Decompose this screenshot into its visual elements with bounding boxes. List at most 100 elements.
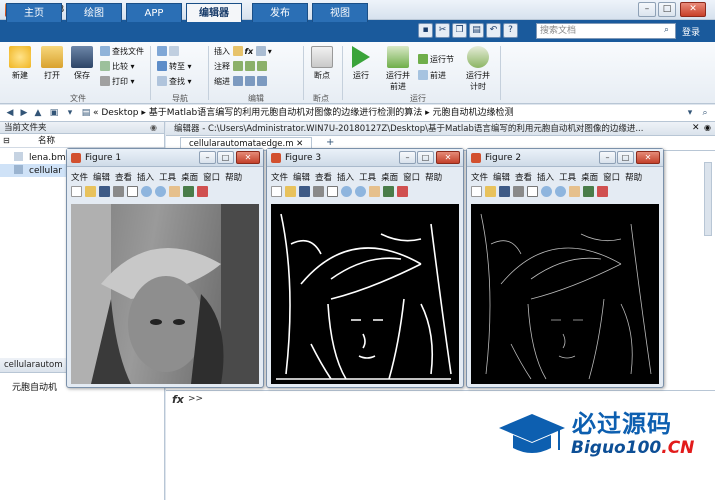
menu-insert[interactable]: 插入 [337,173,354,183]
up-folder-icon[interactable]: ▲ [32,107,44,119]
figure-2-window[interactable]: Figure 2 – □ ✕ 文件 编辑 查看 插入 工具 桌面 窗口 帮助 [466,148,664,388]
close-button[interactable]: ✕ [436,151,460,164]
menu-edit[interactable]: 编辑 [93,173,110,183]
address-search-icon[interactable]: ⌕ [699,107,711,119]
folder-path[interactable]: « Desktop ▸ 基于Matlab语言编写的利用元胞自动机对图像的边缘进行… [93,105,514,121]
breakpoints-button[interactable]: 断点 [307,46,337,81]
new-tab-button[interactable]: + [326,137,334,148]
menu-file[interactable]: 文件 [271,173,288,183]
rotate-icon[interactable] [183,186,194,197]
save-button[interactable]: 保存 [68,46,96,81]
find-files-button[interactable]: 查找文件 [100,46,144,57]
menu-help[interactable]: 帮助 [425,173,442,183]
browse-folder-icon[interactable]: ▣ [48,107,60,119]
zoom-out-icon[interactable] [355,186,366,197]
zoom-in-icon[interactable] [141,186,152,197]
menu-tools[interactable]: 工具 [359,173,376,183]
pan-icon[interactable] [169,186,180,197]
indent-button[interactable]: 缩进 [214,76,269,87]
data-cursor-icon[interactable] [397,186,408,197]
advance-button[interactable]: 前进 [418,70,446,81]
figure-1-window[interactable]: Figure 1 – □ ✕ 文件 编辑 查看 插入 工具 桌面 窗口 帮助 [66,148,264,388]
menu-window[interactable]: 窗口 [403,173,420,183]
back-arrow-icon[interactable]: ◀ [4,107,16,119]
editor-scrollbar[interactable] [704,162,712,236]
print-icon[interactable] [513,186,524,197]
minimize-button[interactable]: – [199,151,216,164]
print-icon[interactable] [113,186,124,197]
pointer-icon[interactable] [327,186,338,197]
new-figure-icon[interactable] [271,186,282,197]
menu-file[interactable]: 文件 [71,173,88,183]
print-icon[interactable] [313,186,324,197]
save-icon[interactable] [99,186,110,197]
pointer-icon[interactable] [127,186,138,197]
data-cursor-icon[interactable] [197,186,208,197]
login-link[interactable]: 登录 [682,25,700,38]
menu-file[interactable]: 文件 [471,173,488,183]
panel-menu-icon[interactable]: ◉ [150,123,157,132]
run-button[interactable]: 运行 [347,46,375,81]
address-bar[interactable]: « Desktop ▸ 基于Matlab语言编写的利用元胞自动机对图像的边缘进行… [0,105,715,122]
run-section-button[interactable]: 运行节 [418,54,454,65]
tab-plots[interactable]: 绘图 [66,3,122,22]
menu-edit[interactable]: 编辑 [293,173,310,183]
insert-button[interactable]: 插入 fx ▾ [214,46,272,57]
save-icon[interactable] [299,186,310,197]
tab-view[interactable]: 视图 [312,3,368,22]
print-button[interactable]: 打印 ▾ [100,76,135,87]
menu-desktop[interactable]: 桌面 [581,173,598,183]
maximize-button[interactable]: □ [658,2,676,17]
tab-publish[interactable]: 发布 [252,3,308,22]
menu-desktop[interactable]: 桌面 [181,173,198,183]
search-input[interactable]: 搜索文档 [536,23,676,39]
find-button[interactable]: 查找 ▾ [157,76,192,87]
comment-button[interactable]: 注释 [214,61,269,72]
tab-apps[interactable]: APP [126,3,182,22]
pan-icon[interactable] [369,186,380,197]
menu-tools[interactable]: 工具 [159,173,176,183]
qa-undo-icon[interactable]: ↶ [486,23,501,38]
rotate-icon[interactable] [583,186,594,197]
back-forward-buttons[interactable] [157,46,181,56]
command-prompt[interactable]: >> [188,394,203,404]
expand-icon[interactable]: ⊟ [3,136,10,145]
menu-insert[interactable]: 插入 [137,173,154,183]
menu-view[interactable]: 查看 [315,173,332,183]
menu-desktop[interactable]: 桌面 [381,173,398,183]
editor-close-icon[interactable]: ✕ [692,123,700,133]
menu-tools[interactable]: 工具 [559,173,576,183]
open-icon[interactable] [285,186,296,197]
qa-copy-icon[interactable]: ❐ [452,23,467,38]
close-button[interactable]: ✕ [680,2,706,17]
menu-edit[interactable]: 编辑 [493,173,510,183]
search-icon[interactable]: ⌕ [664,25,669,35]
close-button[interactable]: ✕ [236,151,260,164]
qa-save-icon[interactable]: ▪ [418,23,433,38]
maximize-button[interactable]: □ [617,151,634,164]
zoom-out-icon[interactable] [155,186,166,197]
minimize-button[interactable]: – [599,151,616,164]
close-button[interactable]: ✕ [636,151,660,164]
open-icon[interactable] [85,186,96,197]
data-cursor-icon[interactable] [597,186,608,197]
name-column-header[interactable]: 名称 [0,135,164,148]
zoom-in-icon[interactable] [341,186,352,197]
menu-insert[interactable]: 插入 [537,173,554,183]
qa-paste-icon[interactable]: ▤ [469,23,484,38]
qa-help-icon[interactable]: ? [503,23,518,38]
new-figure-icon[interactable] [71,186,82,197]
minimize-button[interactable]: – [399,151,416,164]
compare-button[interactable]: 比较 ▾ [100,61,135,72]
address-menu-icon[interactable]: ▾ [64,107,76,119]
list-item[interactable]: cellular [14,165,62,176]
menu-help[interactable]: 帮助 [625,173,642,183]
list-item[interactable]: lena.bm [14,152,66,163]
figure-3-window[interactable]: Figure 3 – □ ✕ 文件 编辑 查看 插入 工具 桌面 窗口 帮助 [266,148,464,388]
address-dropdown-icon[interactable]: ▾ [684,107,696,119]
forward-arrow-icon[interactable]: ▶ [18,107,30,119]
minimize-button[interactable]: – [638,2,656,17]
qa-cut-icon[interactable]: ✂ [435,23,450,38]
new-button[interactable]: 新建 [6,46,34,81]
new-figure-icon[interactable] [471,186,482,197]
